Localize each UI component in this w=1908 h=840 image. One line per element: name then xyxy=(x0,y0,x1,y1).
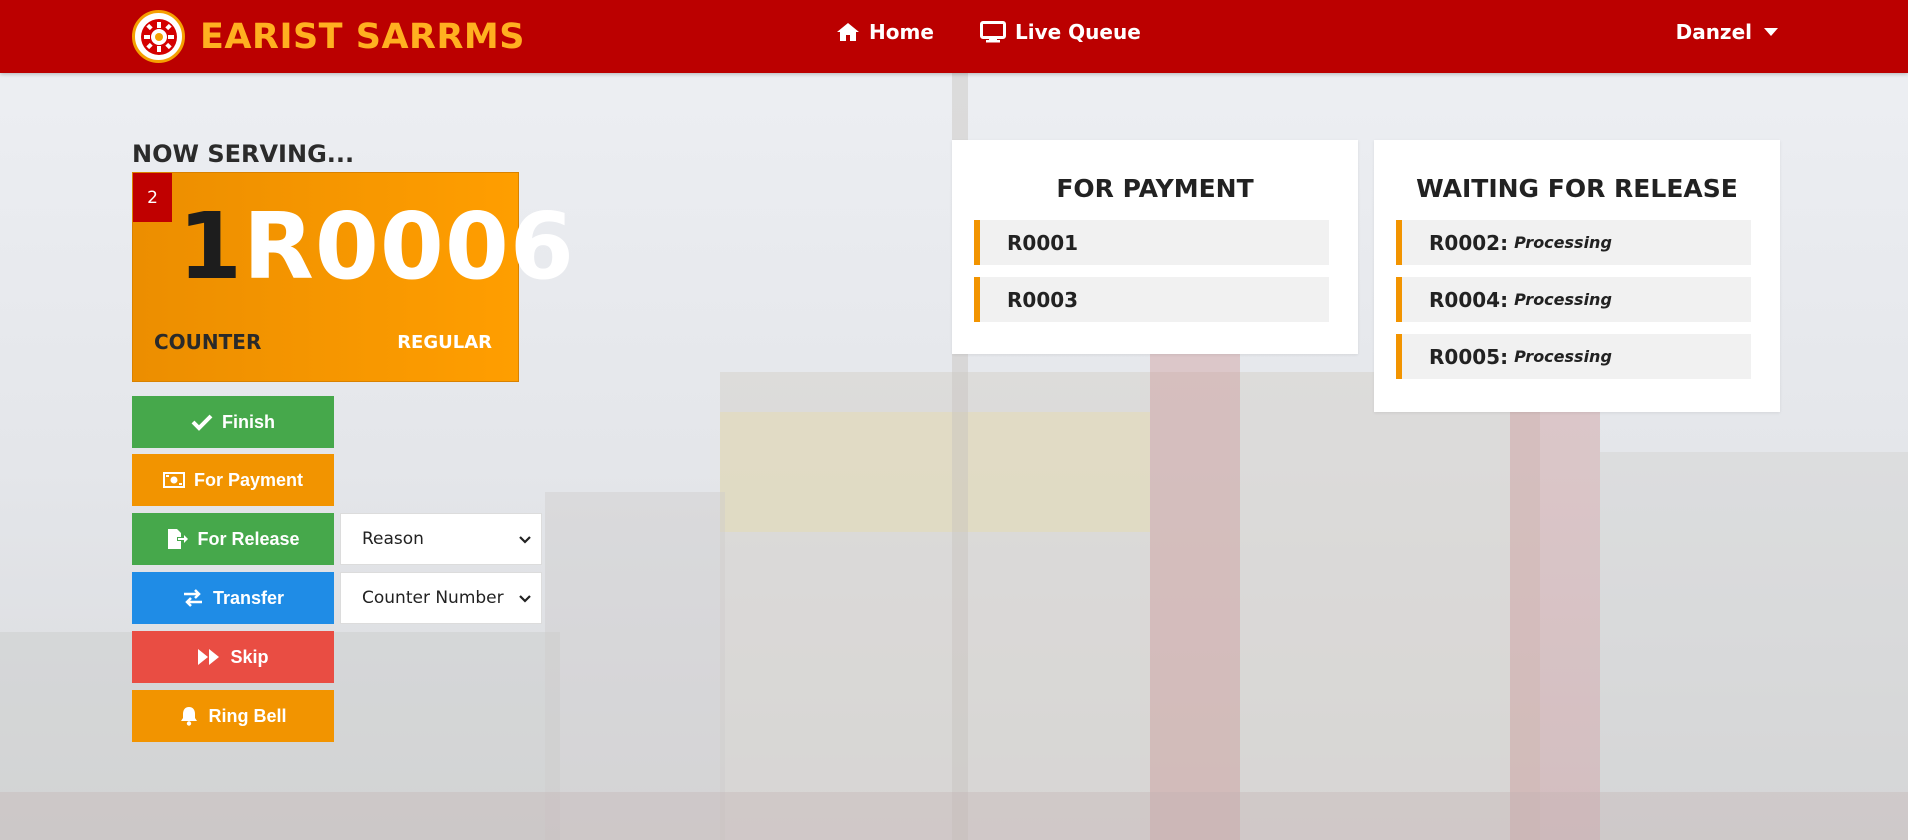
brand-name: EARIST SARRMS xyxy=(200,16,525,57)
money-bill-icon xyxy=(162,472,185,488)
list-item: R0002: Processing xyxy=(1396,220,1751,265)
skip-button[interactable]: Skip xyxy=(132,631,334,683)
queue-ticket-code: R0002: xyxy=(1429,230,1509,255)
for-release-button[interactable]: For Release xyxy=(132,513,334,565)
transfer-button-label: Transfer xyxy=(212,587,285,608)
chevron-down-icon xyxy=(519,536,531,544)
finish-button[interactable]: Finish xyxy=(132,396,334,448)
brand[interactable]: EARIST SARRMS xyxy=(132,10,525,63)
list-item: R0001 xyxy=(974,220,1329,265)
now-serving-heading: NOW SERVING... xyxy=(132,140,355,168)
finish-button-label: Finish xyxy=(222,411,275,432)
list-item: R0003 xyxy=(974,277,1329,322)
nav-link-home-label: Home xyxy=(869,20,934,44)
now-serving-card: 2 1 R0006 COUNTER REGULAR xyxy=(132,172,574,382)
for-payment-button[interactable]: For Payment xyxy=(132,454,334,506)
queue-ticket-code: R0005: xyxy=(1429,344,1509,369)
monitor-icon xyxy=(980,21,1006,43)
earist-logo xyxy=(132,10,185,63)
serving-ticket-type: REGULAR xyxy=(397,332,492,353)
reason-select[interactable]: Reason xyxy=(340,513,542,565)
fast-forward-icon xyxy=(198,649,220,665)
list-item: R0004: Processing xyxy=(1396,277,1751,322)
file-export-icon xyxy=(168,529,189,549)
top-navbar: EARIST SARRMS Home Live Queue Danzel xyxy=(0,0,1908,73)
caret-down-icon xyxy=(1764,28,1778,36)
serving-counter-label: COUNTER xyxy=(154,330,262,354)
serving-badge: 2 xyxy=(133,173,172,222)
bell-icon xyxy=(181,707,198,726)
home-icon xyxy=(837,23,859,41)
waiting-for-release-title: WAITING FOR RELEASE xyxy=(1416,174,1738,203)
chevron-down-icon xyxy=(519,595,531,603)
counter-number-select[interactable]: Counter Number xyxy=(340,572,542,624)
queue-ticket-code: R0004: xyxy=(1429,287,1509,312)
transfer-button[interactable]: Transfer xyxy=(132,572,334,624)
for-payment-button-label: For Payment xyxy=(193,469,304,490)
queue-ticket-status: Processing xyxy=(1514,290,1612,309)
serving-counter-number: 1 xyxy=(178,193,243,300)
serving-ticket-code: R0006 xyxy=(243,193,575,300)
queue-ticket-status: Processing xyxy=(1514,347,1612,366)
list-item: R0005: Processing xyxy=(1396,334,1751,379)
nav-link-live-queue-label: Live Queue xyxy=(1015,20,1141,44)
for-payment-panel: FOR PAYMENT R0001 R0003 xyxy=(952,140,1358,354)
skip-button-label: Skip xyxy=(230,646,269,667)
waiting-for-release-panel: WAITING FOR RELEASE R0002: Processing R0… xyxy=(1374,140,1780,412)
ring-bell-button-label: Ring Bell xyxy=(208,705,287,726)
nav-link-home[interactable]: Home xyxy=(836,20,934,44)
ring-bell-button[interactable]: Ring Bell xyxy=(132,690,334,742)
for-release-button-label: For Release xyxy=(197,528,300,549)
check-icon xyxy=(191,414,213,431)
user-name: Danzel xyxy=(1675,20,1752,44)
queue-ticket-status: Processing xyxy=(1514,233,1612,252)
for-payment-title: FOR PAYMENT xyxy=(1056,174,1254,203)
reason-select-value: Reason xyxy=(362,529,424,549)
queue-ticket-code: R0003 xyxy=(1007,287,1079,312)
nav-link-live-queue[interactable]: Live Queue xyxy=(980,20,1141,44)
counter-number-select-value: Counter Number xyxy=(362,588,504,608)
exchange-icon xyxy=(183,589,202,607)
user-menu-dropdown[interactable]: Danzel xyxy=(1676,20,1778,44)
queue-ticket-code: R0001 xyxy=(1007,230,1079,255)
